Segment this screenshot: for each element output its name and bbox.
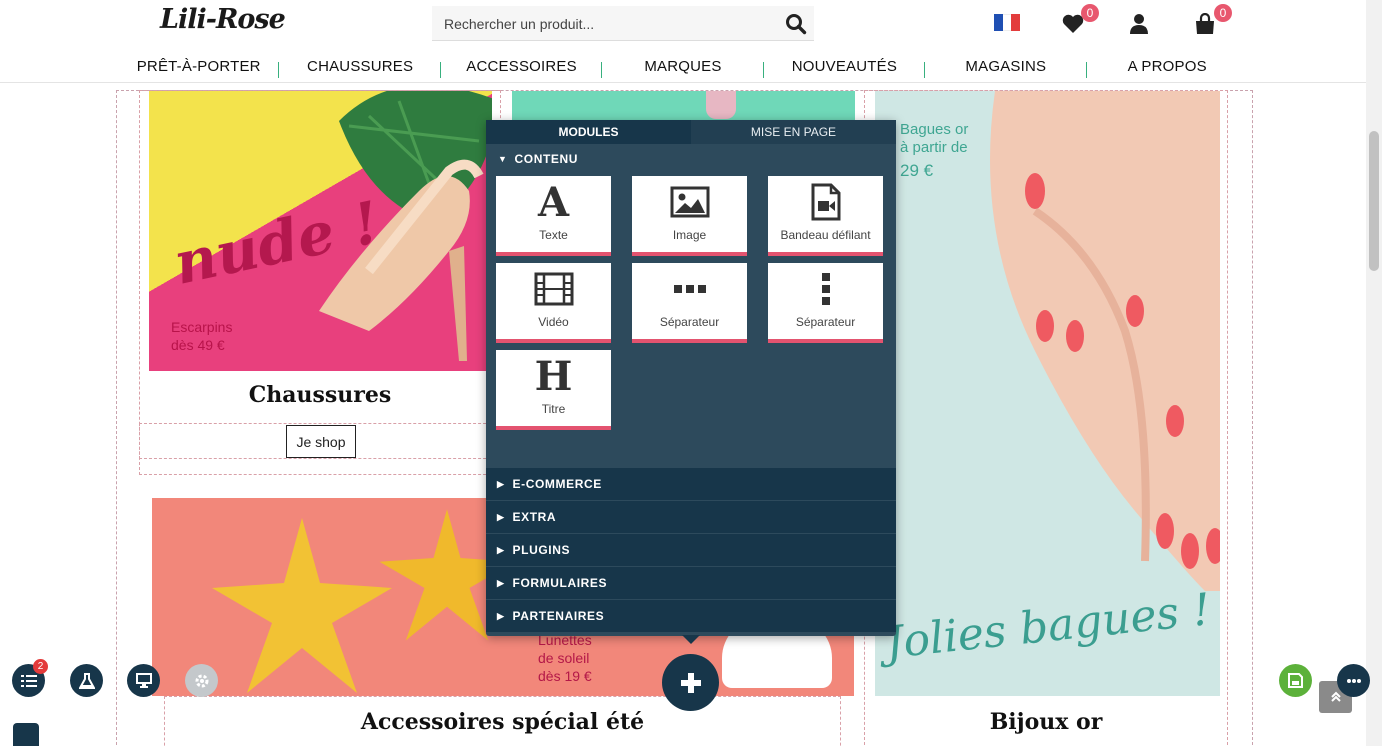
lipgloss-image: [706, 91, 736, 119]
desktop-icon: [135, 673, 152, 688]
module-separateur-horizontal[interactable]: Séparateur: [632, 263, 747, 343]
module-texte[interactable]: A Texte: [496, 176, 611, 256]
test-mode-button[interactable]: [70, 664, 103, 697]
module-label: Image: [672, 228, 707, 242]
tab-mise-en-page[interactable]: MISE EN PAGE: [691, 120, 896, 144]
banner-rings-promo-line2: à partir de: [900, 139, 968, 156]
search-bar: [432, 6, 814, 41]
gear-icon: [195, 674, 208, 687]
module-video[interactable]: Vidéo: [496, 263, 611, 343]
je-shop-button[interactable]: Je shop: [286, 425, 356, 458]
caret-right-icon: ▶: [497, 577, 505, 588]
caption-bijoux-or: Bijoux or: [989, 709, 1103, 735]
scrollbar-thumb[interactable]: [1369, 131, 1379, 271]
list-icon: [20, 674, 37, 687]
module-label: Séparateur: [795, 315, 856, 329]
banner-shoes-promo-line1: Escarpins: [171, 319, 233, 335]
dots-vertical-icon: [821, 263, 831, 315]
nav-item-a-propos[interactable]: A PROPOS: [1087, 58, 1248, 75]
preview-desktop-button[interactable]: [127, 664, 160, 697]
module-label: Texte: [539, 228, 568, 242]
site-header: Lili-Rose 0 0 PRÊT-À-PORTER CHAUSSURES A…: [0, 0, 1366, 83]
search-icon: [786, 13, 807, 34]
category-label: PARTENAIRES: [512, 609, 605, 623]
nav-item-accessoires[interactable]: ACCESSOIRES: [441, 58, 603, 78]
module-label: Vidéo: [538, 315, 569, 329]
page-scrollbar[interactable]: [1366, 0, 1382, 746]
settings-button[interactable]: [185, 664, 218, 697]
more-options-button[interactable]: [1337, 664, 1370, 697]
user-icon: [1130, 14, 1148, 34]
search-input[interactable]: [432, 6, 778, 41]
category-e-commerce[interactable]: ▶ E-COMMERCE: [486, 467, 896, 500]
film-icon: [534, 263, 574, 315]
more-dots-icon: [1346, 678, 1361, 683]
layers-count-badge: 2: [33, 659, 48, 674]
bottom-drawer-handle[interactable]: [13, 723, 39, 746]
floppy-disk-icon: [1288, 673, 1303, 688]
nav-item-magasins[interactable]: MAGASINS: [925, 58, 1087, 78]
hands-image: [990, 91, 1220, 591]
page: Lili-Rose 0 0 PRÊT-À-PORTER CHAUSSURES A…: [0, 0, 1382, 746]
search-button[interactable]: [778, 6, 814, 41]
caret-right-icon: ▶: [497, 511, 505, 522]
banner-summer-promo-line3: dès 19 €: [538, 668, 592, 684]
caret-right-icon: ▶: [497, 610, 505, 621]
caret-right-icon: ▶: [497, 478, 505, 489]
category-label: E-COMMERCE: [512, 477, 602, 491]
category-plugins[interactable]: ▶ PLUGINS: [486, 533, 896, 566]
language-flag-icon[interactable]: [994, 14, 1021, 31]
category-label: FORMULAIRES: [512, 576, 608, 590]
dots-horizontal-icon: [673, 263, 707, 315]
shopping-bag-icon: [1196, 13, 1214, 34]
add-module-button[interactable]: [662, 654, 719, 711]
text-a-icon: A: [537, 178, 570, 226]
nav-item-chaussures[interactable]: CHAUSSURES: [279, 58, 442, 78]
category-label: EXTRA: [512, 510, 557, 524]
nav-item-marques[interactable]: MARQUES: [602, 58, 765, 78]
plus-icon: [680, 672, 701, 693]
category-partenaires[interactable]: ▶ PARTENAIRES: [486, 599, 896, 632]
caret-right-icon: ▶: [497, 544, 505, 555]
double-chevron-up-icon: [1330, 691, 1341, 702]
save-button[interactable]: [1279, 664, 1312, 697]
nav-item-pret-a-porter[interactable]: PRÊT-À-PORTER: [118, 58, 280, 78]
tab-modules[interactable]: MODULES: [486, 120, 691, 144]
category-formulaires[interactable]: ▶ FORMULAIRES: [486, 566, 896, 599]
banner-shoes-promo-line2: dès 49 €: [171, 337, 225, 353]
banner-rings-promo-line1: Bagues or: [900, 121, 969, 138]
module-titre[interactable]: H Titre: [496, 350, 611, 430]
banner-rings[interactable]: Bagues or à partir de 29 € Jolies bagues…: [875, 91, 1220, 696]
main-nav: PRÊT-À-PORTER CHAUSSURES ACCESSOIRES MAR…: [118, 53, 1248, 79]
module-label: Bandeau défilant: [780, 228, 871, 242]
module-bandeau-defilant[interactable]: Bandeau défilant: [768, 176, 883, 256]
caption-chaussures: Chaussures: [248, 382, 392, 408]
section-contenu-label: CONTENU: [514, 152, 579, 166]
account-button[interactable]: [1126, 11, 1152, 37]
panel-categories: ▶ E-COMMERCE ▶ EXTRA ▶ PLUGINS ▶ FORMULAIRES…: [486, 467, 896, 632]
flask-icon: [78, 672, 95, 689]
panel-pointer: [682, 635, 700, 644]
module-separateur-vertical[interactable]: Séparateur: [768, 263, 883, 343]
caret-down-icon: ▼: [498, 154, 508, 164]
modules-panel: MODULES MISE EN PAGE ▼ CONTENU A Texte I…: [486, 120, 896, 636]
category-label: PLUGINS: [512, 543, 571, 557]
module-label: Titre: [541, 402, 566, 416]
image-icon: [670, 176, 710, 228]
site-logo[interactable]: Lili-Rose: [160, 4, 286, 35]
nav-item-nouveautes[interactable]: NOUVEAUTÉS: [764, 58, 926, 78]
banner-shoes[interactable]: nude ! Escarpins dès 49 €: [149, 91, 492, 371]
cart-count-badge: 0: [1214, 4, 1232, 22]
section-contenu-header[interactable]: ▼ CONTENU: [486, 144, 896, 174]
caption-accessoires-ete: Accessoires spécial été: [360, 709, 645, 735]
banner-summer-promo-line2: de soleil: [538, 650, 590, 666]
panel-tabs: MODULES MISE EN PAGE: [486, 120, 896, 144]
category-extra[interactable]: ▶ EXTRA: [486, 500, 896, 533]
banner-rings-promo-line3: 29 €: [900, 161, 934, 180]
heading-h-icon: H: [534, 352, 573, 400]
video-file-icon: [810, 176, 842, 228]
module-image[interactable]: Image: [632, 176, 747, 256]
wishlist-count-badge: 0: [1081, 4, 1099, 22]
module-label: Séparateur: [659, 315, 720, 329]
